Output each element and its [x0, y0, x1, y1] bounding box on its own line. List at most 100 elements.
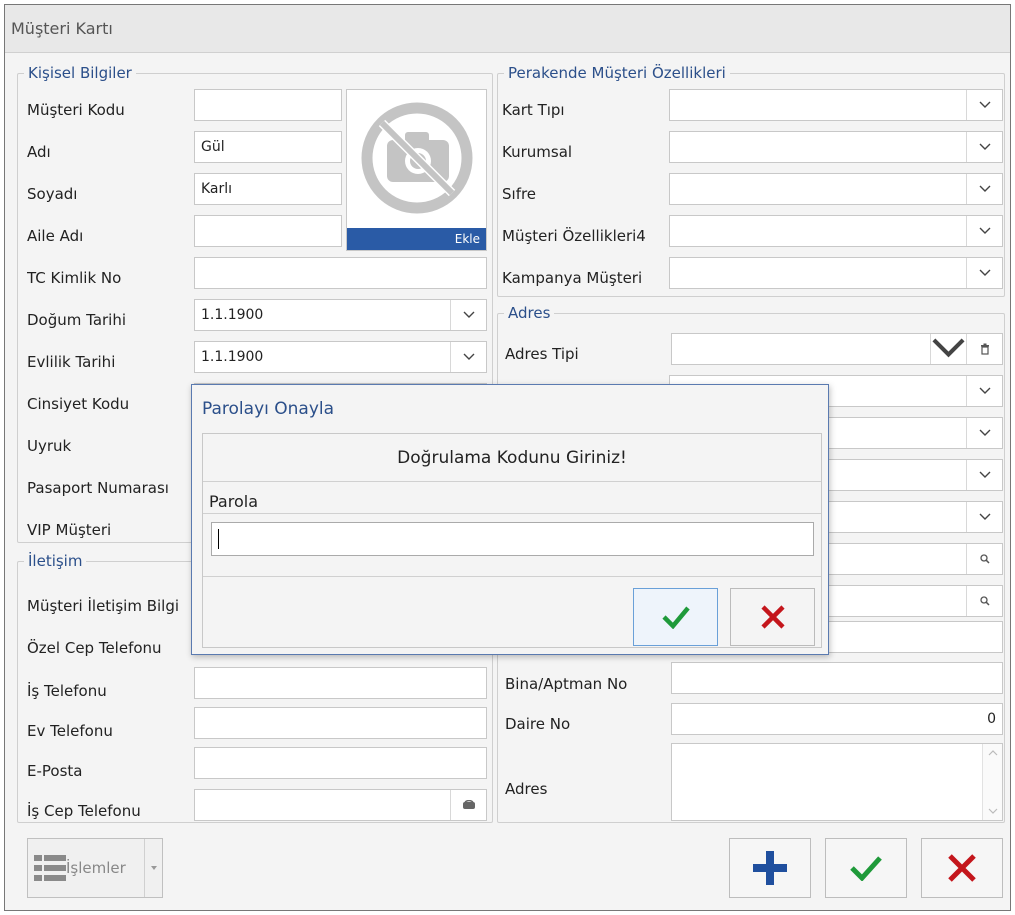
- password-label: Parola: [209, 492, 258, 511]
- search-icon[interactable]: [966, 586, 1002, 616]
- chevron-down-icon[interactable]: [966, 418, 1002, 448]
- chevron-down-icon[interactable]: [966, 174, 1002, 204]
- phone-icon[interactable]: [450, 790, 486, 820]
- trash-icon[interactable]: [966, 334, 1002, 364]
- cancel-button[interactable]: [921, 838, 1003, 898]
- bottom-toolbar: İşlemler: [5, 825, 1010, 911]
- chevron-down-icon[interactable]: [450, 300, 486, 330]
- kurumsal-dropdown[interactable]: [669, 131, 1003, 163]
- scroll-up-icon[interactable]: [988, 750, 998, 756]
- daire-no-input[interactable]: 0: [671, 703, 1003, 735]
- caret-down-icon: [151, 866, 157, 870]
- scroll-down-icon[interactable]: [988, 808, 998, 814]
- text-caret: [218, 529, 219, 549]
- ev-telefonu-label: Ev Telefonu: [27, 722, 113, 740]
- chevron-down-icon[interactable]: [966, 216, 1002, 246]
- dialog-confirm-button[interactable]: [633, 588, 718, 646]
- bina-no-label: Bina/Aptman No: [505, 675, 628, 693]
- dialog-title: Parolayı Onayla: [202, 399, 335, 419]
- chevron-down-icon[interactable]: [966, 258, 1002, 288]
- dogum-tarihi-label: Doğum Tarihi: [27, 311, 127, 329]
- confirm-password-dialog: Parolayı Onayla Doğrulama Kodunu Giriniz…: [191, 384, 829, 655]
- sifre-label: Sıfre: [502, 185, 537, 203]
- kampanya-dropdown[interactable]: [669, 257, 1003, 289]
- islemler-dropdown-arrow[interactable]: [144, 839, 162, 897]
- sifre-dropdown[interactable]: [669, 173, 1003, 205]
- adres-scrollbar[interactable]: [982, 744, 1002, 820]
- checkmark-icon: [850, 856, 882, 881]
- close-icon: [948, 854, 976, 882]
- musteri-kodu-input[interactable]: [194, 89, 342, 121]
- eposta-input[interactable]: [194, 747, 487, 779]
- cinsiyet-kodu-label: Cinsiyet Kodu: [27, 395, 130, 413]
- evlilik-tarihi-value: 1.1.1900: [201, 349, 264, 365]
- ozellik4-label: Müşteri Özellikleri4: [502, 227, 646, 245]
- iletisim-bilgi-label: Müşteri İletişim Bilgi: [27, 597, 180, 615]
- soyadi-label: Soyadı: [27, 185, 78, 203]
- password-input[interactable]: [211, 522, 814, 556]
- evlilik-tarihi-label: Evlilik Tarihi: [27, 353, 116, 371]
- is-telefonu-input[interactable]: [194, 667, 487, 699]
- chevron-down-icon[interactable]: [450, 342, 486, 372]
- address-title: Adres: [504, 304, 555, 322]
- vip-musteri-label: VIP Müşteri: [27, 521, 112, 539]
- divider: [203, 513, 821, 514]
- list-icon: [34, 855, 66, 881]
- close-icon: [760, 605, 785, 629]
- musteri-kodu-label: Müşteri Kodu: [27, 101, 125, 119]
- add-photo-button[interactable]: Ekle: [347, 228, 486, 250]
- dialog-header: Doğrulama Kodunu Giriniz!: [203, 434, 821, 482]
- aile-adi-input[interactable]: [194, 215, 342, 247]
- add-button[interactable]: [729, 838, 811, 898]
- retail-title: Perakende Müşteri Özellikleri: [504, 64, 730, 82]
- no-photo-icon: [361, 102, 473, 214]
- adi-label: Adı: [27, 143, 51, 161]
- islemler-button[interactable]: İşlemler: [27, 838, 163, 898]
- uyruk-label: Uyruk: [27, 437, 72, 455]
- daire-no-label: Daire No: [505, 715, 571, 733]
- chevron-down-icon[interactable]: [930, 334, 966, 364]
- chevron-down-icon[interactable]: [966, 502, 1002, 532]
- contact-title: İletişim: [24, 552, 87, 570]
- adres-textarea[interactable]: [671, 743, 1003, 821]
- ozellik4-dropdown[interactable]: [669, 215, 1003, 247]
- islemler-label: İşlemler: [66, 859, 126, 877]
- eposta-label: E-Posta: [27, 762, 83, 780]
- tc-kimlik-input[interactable]: [194, 257, 487, 289]
- dialog-cancel-button[interactable]: [730, 588, 815, 646]
- evlilik-tarihi-dropdown[interactable]: 1.1.1900: [194, 341, 487, 373]
- ozel-cep-label: Özel Cep Telefonu: [27, 639, 162, 657]
- save-button[interactable]: [825, 838, 907, 898]
- plus-icon: [753, 851, 787, 885]
- search-icon[interactable]: [966, 544, 1002, 574]
- is-cep-input[interactable]: [194, 789, 487, 821]
- adres-label: Adres: [505, 780, 548, 798]
- divider: [203, 576, 821, 577]
- dogum-tarihi-value: 1.1.1900: [201, 307, 264, 323]
- chevron-down-icon[interactable]: [966, 376, 1002, 406]
- checkmark-icon: [661, 606, 690, 629]
- kampanya-label: Kampanya Müşteri: [502, 269, 643, 287]
- adres-tipi-dropdown[interactable]: [671, 333, 1003, 365]
- dogum-tarihi-dropdown[interactable]: 1.1.1900: [194, 299, 487, 331]
- chevron-down-icon[interactable]: [966, 90, 1002, 120]
- tc-kimlik-label: TC Kimlik No: [27, 269, 122, 287]
- chevron-down-icon[interactable]: [966, 132, 1002, 162]
- adi-input[interactable]: Gül: [194, 131, 342, 163]
- personal-info-title: Kişisel Bilgiler: [24, 64, 136, 82]
- customer-photo[interactable]: Ekle: [346, 89, 487, 251]
- is-cep-label: İş Cep Telefonu: [27, 802, 141, 820]
- chevron-down-icon[interactable]: [966, 460, 1002, 490]
- title-bar: Müşteri Kartı: [5, 5, 1010, 53]
- pasaport-label: Pasaport Numarası: [27, 479, 169, 497]
- bina-no-input[interactable]: [671, 662, 1003, 694]
- window-title: Müşteri Kartı: [11, 19, 113, 38]
- is-telefonu-label: İş Telefonu: [27, 682, 107, 700]
- aile-adi-label: Aile Adı: [27, 227, 84, 245]
- soyadi-input[interactable]: Karlı: [194, 173, 342, 205]
- kart-tipi-label: Kart Tıpı: [502, 101, 565, 119]
- adres-tipi-label: Adres Tipi: [505, 345, 579, 363]
- kart-tipi-dropdown[interactable]: [669, 89, 1003, 121]
- ev-telefonu-input[interactable]: [194, 707, 487, 739]
- dialog-panel: Doğrulama Kodunu Giriniz! Parola: [202, 433, 822, 648]
